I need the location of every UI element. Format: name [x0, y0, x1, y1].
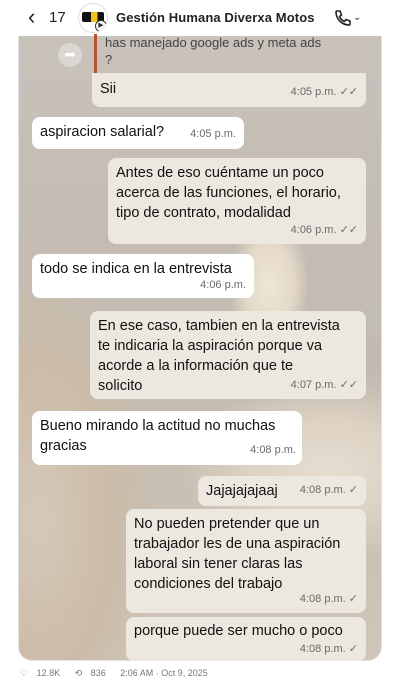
post-timestamp: 2:06 AM · Oct 9, 2025	[120, 668, 208, 678]
message-text: te indicaria la aspiración porque va	[98, 338, 323, 354]
message-meta: 4:07 p.m. ✓✓	[291, 375, 358, 395]
chat-title[interactable]: Gestión Humana Diverxa Motos	[116, 10, 315, 25]
message-text: acerca de las funciones, el horario,	[116, 185, 341, 201]
phone-icon[interactable]	[333, 8, 353, 28]
read-receipt-icon: ✓	[348, 484, 358, 496]
message-time: 4:08 p.m.	[250, 444, 296, 456]
unread-count: 17	[49, 9, 66, 26]
message-meta: 4:08 p.m. ✓	[300, 639, 358, 659]
message-text: laboral sin tener claras las	[134, 556, 303, 572]
message-text: En ese caso, tambien en la entrevista	[98, 318, 340, 334]
message-bubble-incoming[interactable]: aspiracion salarial? 4:05 p.m.	[32, 117, 244, 149]
message-text: No pueden pretender que un	[134, 516, 320, 532]
message-time: 4:08 p.m.	[299, 643, 346, 655]
message-time: 4:08 p.m.	[299, 484, 346, 496]
message-bubble-outgoing[interactable]: Jajajajajaaj 4:08 p.m. ✓	[198, 476, 366, 506]
message-text: acorde a la información que te	[98, 358, 294, 374]
repost-count: 836	[90, 668, 106, 678]
post-footer: ♡ 12.8K ⟲ 836 2:06 AM · Oct 9, 2025	[20, 668, 214, 679]
forward-icon[interactable]: ➦	[58, 43, 82, 67]
repost-stat[interactable]: ⟲ 836	[75, 668, 112, 678]
message-meta: 4:05 p.m. ✓✓	[291, 82, 358, 102]
message-bubble-outgoing[interactable]: Antes de eso cuéntame un poco acerca de …	[108, 158, 366, 244]
chevron-down-icon[interactable]: ⌄	[353, 12, 361, 23]
message-bubble-outgoing[interactable]: Sii 4:05 p.m. ✓✓	[92, 73, 366, 107]
message-time: 4:05 p.m.	[190, 128, 236, 140]
play-icon: ▶	[95, 20, 107, 32]
like-count: 12.8K	[36, 668, 61, 678]
read-receipt-icon: ✓✓	[339, 224, 358, 236]
message-time: 4:06 p.m.	[290, 224, 337, 236]
message-text: Bueno mirando la actitud no muchas	[40, 418, 276, 434]
message-meta: 4:08 p.m. ✓	[300, 480, 358, 500]
message-text: porque puede ser mucho o poco	[134, 623, 343, 639]
read-receipt-icon: ✓	[348, 593, 358, 605]
message-meta: 4:08 p.m. ✓	[300, 589, 358, 609]
chevron-left-icon[interactable]: ‹	[28, 6, 50, 29]
message-time: 4:08 p.m.	[299, 593, 346, 605]
read-receipt-icon: ✓	[348, 643, 358, 655]
message-bubble-incoming[interactable]: todo se indica en la entrevista 4:06 p.m…	[32, 254, 254, 298]
heart-icon: ♡	[20, 668, 29, 678]
repost-icon: ⟲	[74, 668, 83, 678]
message-text: trabajador les de una aspiración	[134, 536, 341, 552]
message-bubble-outgoing[interactable]: No pueden pretender que un trabajador le…	[126, 509, 366, 613]
chat-header: ‹ 17 ▶ Gestión Humana Diverxa Motos ⌄	[0, 0, 400, 36]
message-bubble-outgoing[interactable]: En ese caso, tambien en la entrevista te…	[90, 311, 366, 399]
message-time: 4:07 p.m.	[290, 379, 337, 391]
message-bubble-outgoing[interactable]: porque puede ser mucho o poco 4:08 p.m. …	[126, 617, 366, 661]
read-receipt-icon: ✓✓	[339, 379, 358, 391]
message-time: 4:06 p.m.	[200, 279, 246, 291]
message-time: 4:05 p.m.	[290, 86, 337, 98]
avatar[interactable]: ▶	[78, 3, 108, 33]
message-text: Antes de eso cuéntame un poco	[116, 165, 324, 181]
read-receipt-icon: ✓✓	[339, 86, 358, 98]
message-meta: 4:06 p.m. ✓✓	[291, 220, 358, 240]
like-stat[interactable]: ♡ 12.8K	[20, 668, 66, 678]
message-bubble-incoming[interactable]: Bueno mirando la actitud no muchas graci…	[32, 411, 302, 465]
